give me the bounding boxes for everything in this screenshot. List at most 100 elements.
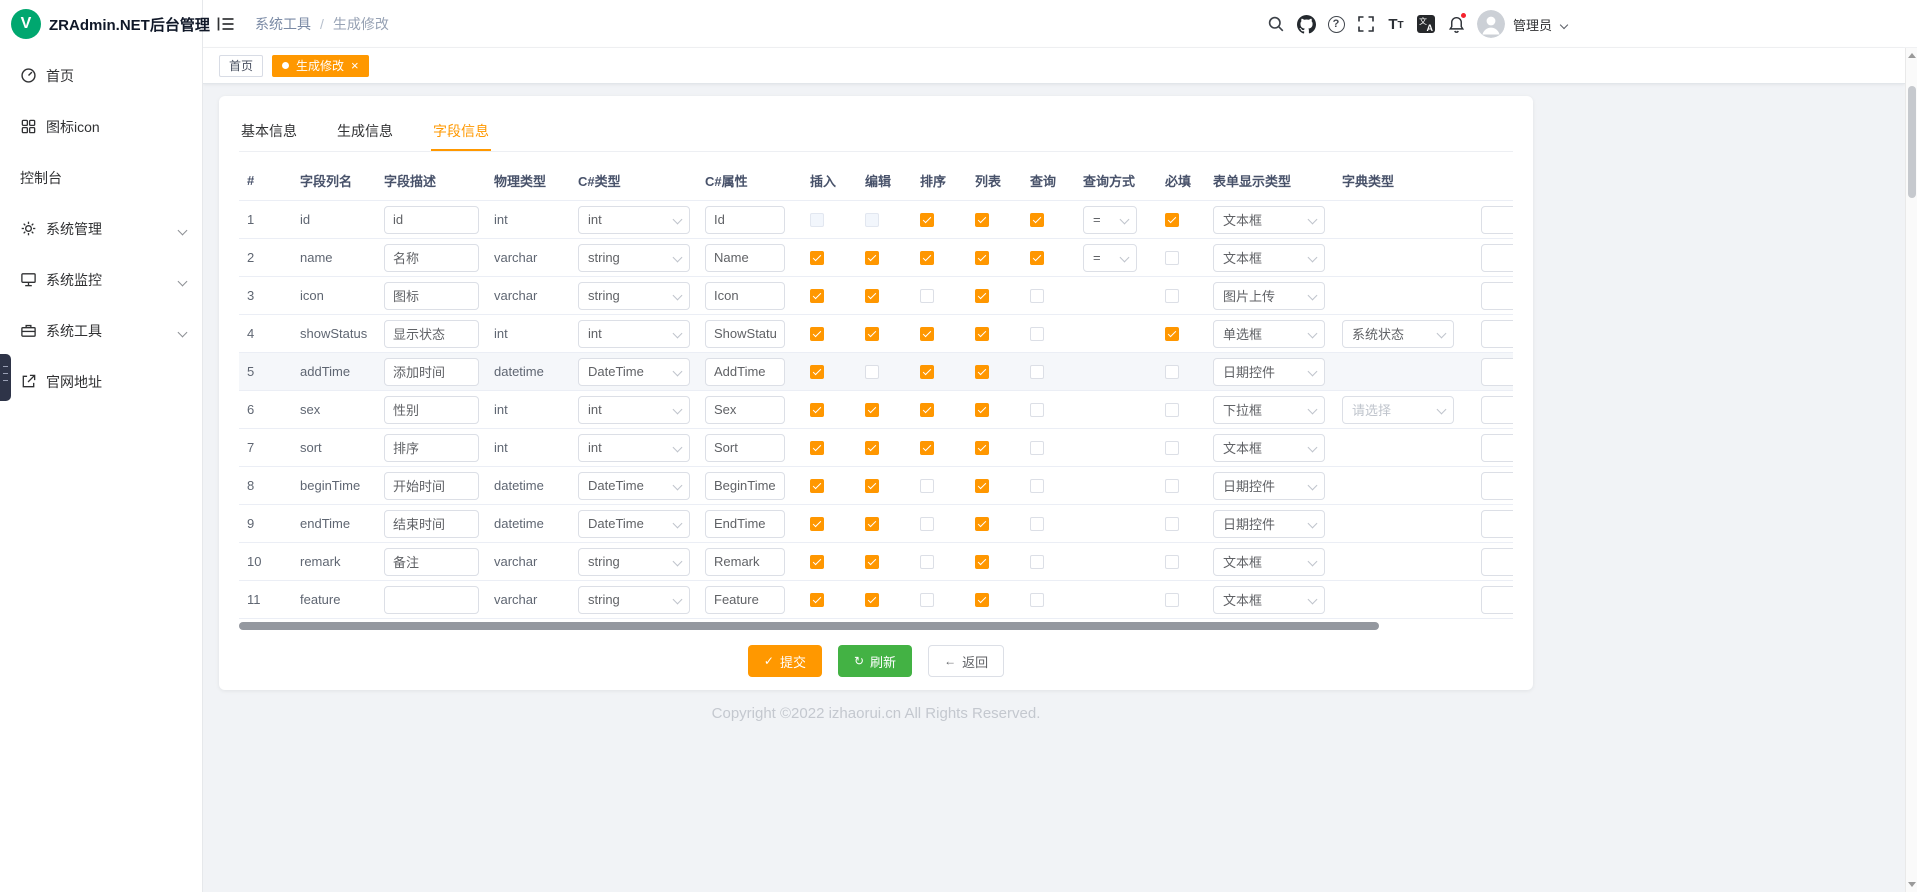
checkbox-insert[interactable] <box>810 441 824 455</box>
checkbox-sort[interactable] <box>920 289 934 303</box>
csharp-attr-input[interactable] <box>705 396 785 424</box>
checkbox-sort[interactable] <box>920 365 934 379</box>
checkbox-edit[interactable] <box>865 213 879 227</box>
column-description-input[interactable] <box>384 472 479 500</box>
overflow-input[interactable] <box>1481 548 1513 576</box>
checkbox-query[interactable] <box>1030 251 1044 265</box>
checkbox-edit[interactable] <box>865 593 879 607</box>
checkbox-edit[interactable] <box>865 251 879 265</box>
display-type-select[interactable]: 单选框 <box>1213 320 1325 348</box>
user-menu-trigger[interactable]: 管理员 <box>1477 10 1567 38</box>
checkbox-edit[interactable] <box>865 555 879 569</box>
column-description-input[interactable] <box>384 396 479 424</box>
display-type-select[interactable]: 图片上传 <box>1213 282 1325 310</box>
checkbox-insert[interactable] <box>810 289 824 303</box>
checkbox-edit[interactable] <box>865 517 879 531</box>
checkbox-required[interactable] <box>1165 593 1179 607</box>
checkbox-insert[interactable] <box>810 403 824 417</box>
sidebar-item-system-manage[interactable]: 系统管理 <box>0 203 202 254</box>
column-description-input[interactable] <box>384 434 479 462</box>
checkbox-list[interactable] <box>975 555 989 569</box>
csharp-attr-input[interactable] <box>705 434 785 462</box>
csharp-type-select[interactable]: int <box>578 206 690 234</box>
checkbox-edit[interactable] <box>865 403 879 417</box>
query-type-select[interactable]: = <box>1083 206 1137 234</box>
checkbox-list[interactable] <box>975 517 989 531</box>
checkbox-query[interactable] <box>1030 327 1044 341</box>
notification-bell-icon[interactable] <box>1441 0 1471 48</box>
checkbox-required[interactable] <box>1165 403 1179 417</box>
csharp-attr-input[interactable] <box>705 510 785 538</box>
checkbox-sort[interactable] <box>920 251 934 265</box>
csharp-attr-input[interactable] <box>705 472 785 500</box>
checkbox-list[interactable] <box>975 289 989 303</box>
sidebar-item-home[interactable]: 首页 <box>0 50 202 101</box>
checkbox-sort[interactable] <box>920 555 934 569</box>
csharp-attr-input[interactable] <box>705 244 785 272</box>
sidebar-item-console[interactable]: 控制台 <box>0 152 202 203</box>
column-description-input[interactable] <box>384 548 479 576</box>
scroll-up-arrow-icon[interactable] <box>1908 53 1916 58</box>
checkbox-query[interactable] <box>1030 517 1044 531</box>
checkbox-query[interactable] <box>1030 479 1044 493</box>
breadcrumb-parent[interactable]: 系统工具 <box>255 14 311 34</box>
checkbox-insert[interactable] <box>810 251 824 265</box>
checkbox-list[interactable] <box>975 403 989 417</box>
checkbox-sort[interactable] <box>920 441 934 455</box>
checkbox-insert[interactable] <box>810 213 824 227</box>
csharp-type-select[interactable]: DateTime <box>578 358 690 386</box>
column-description-input[interactable] <box>384 586 479 614</box>
checkbox-sort[interactable] <box>920 327 934 341</box>
font-size-icon[interactable]: TT <box>1381 0 1411 48</box>
sidebar-item-system-monitor[interactable]: 系统监控 <box>0 254 202 305</box>
help-icon[interactable]: ? <box>1321 0 1351 48</box>
vertical-scrollbar-thumb[interactable] <box>1908 86 1916 198</box>
csharp-type-select[interactable]: DateTime <box>578 510 690 538</box>
checkbox-sort[interactable] <box>920 403 934 417</box>
overflow-input[interactable] <box>1481 244 1513 272</box>
column-description-input[interactable] <box>384 206 479 234</box>
column-description-input[interactable] <box>384 244 479 272</box>
sidebar-item-icons[interactable]: 图标icon <box>0 101 202 152</box>
checkbox-required[interactable] <box>1165 365 1179 379</box>
tag-gen-edit[interactable]: 生成修改 × <box>272 55 369 77</box>
overflow-input[interactable] <box>1481 434 1513 462</box>
display-type-select[interactable]: 文本框 <box>1213 434 1325 462</box>
settings-drawer-handle[interactable] <box>0 354 11 401</box>
checkbox-query[interactable] <box>1030 441 1044 455</box>
display-type-select[interactable]: 日期控件 <box>1213 358 1325 386</box>
checkbox-edit[interactable] <box>865 289 879 303</box>
checkbox-required[interactable] <box>1165 251 1179 265</box>
checkbox-sort[interactable] <box>920 213 934 227</box>
tab-basic-info[interactable]: 基本信息 <box>239 112 299 151</box>
display-type-select[interactable]: 文本框 <box>1213 548 1325 576</box>
column-description-input[interactable] <box>384 320 479 348</box>
checkbox-sort[interactable] <box>920 517 934 531</box>
checkbox-edit[interactable] <box>865 327 879 341</box>
column-description-input[interactable] <box>384 510 479 538</box>
checkbox-required[interactable] <box>1165 289 1179 303</box>
csharp-type-select[interactable]: int <box>578 434 690 462</box>
overflow-input[interactable] <box>1481 396 1513 424</box>
checkbox-query[interactable] <box>1030 289 1044 303</box>
checkbox-required[interactable] <box>1165 479 1179 493</box>
checkbox-insert[interactable] <box>810 555 824 569</box>
csharp-attr-input[interactable] <box>705 282 785 310</box>
checkbox-query[interactable] <box>1030 403 1044 417</box>
overflow-input[interactable] <box>1481 586 1513 614</box>
csharp-attr-input[interactable] <box>705 586 785 614</box>
back-button[interactable]: ← 返回 <box>928 645 1004 677</box>
checkbox-list[interactable] <box>975 441 989 455</box>
checkbox-edit[interactable] <box>865 365 879 379</box>
checkbox-required[interactable] <box>1165 517 1179 531</box>
checkbox-insert[interactable] <box>810 365 824 379</box>
close-icon[interactable]: × <box>351 59 359 72</box>
checkbox-edit[interactable] <box>865 479 879 493</box>
display-type-select[interactable]: 日期控件 <box>1213 510 1325 538</box>
checkbox-list[interactable] <box>975 213 989 227</box>
checkbox-required[interactable] <box>1165 441 1179 455</box>
dict-type-select[interactable]: 请选择 <box>1342 396 1454 424</box>
csharp-attr-input[interactable] <box>705 548 785 576</box>
overflow-input[interactable] <box>1481 206 1513 234</box>
csharp-attr-input[interactable] <box>705 320 785 348</box>
